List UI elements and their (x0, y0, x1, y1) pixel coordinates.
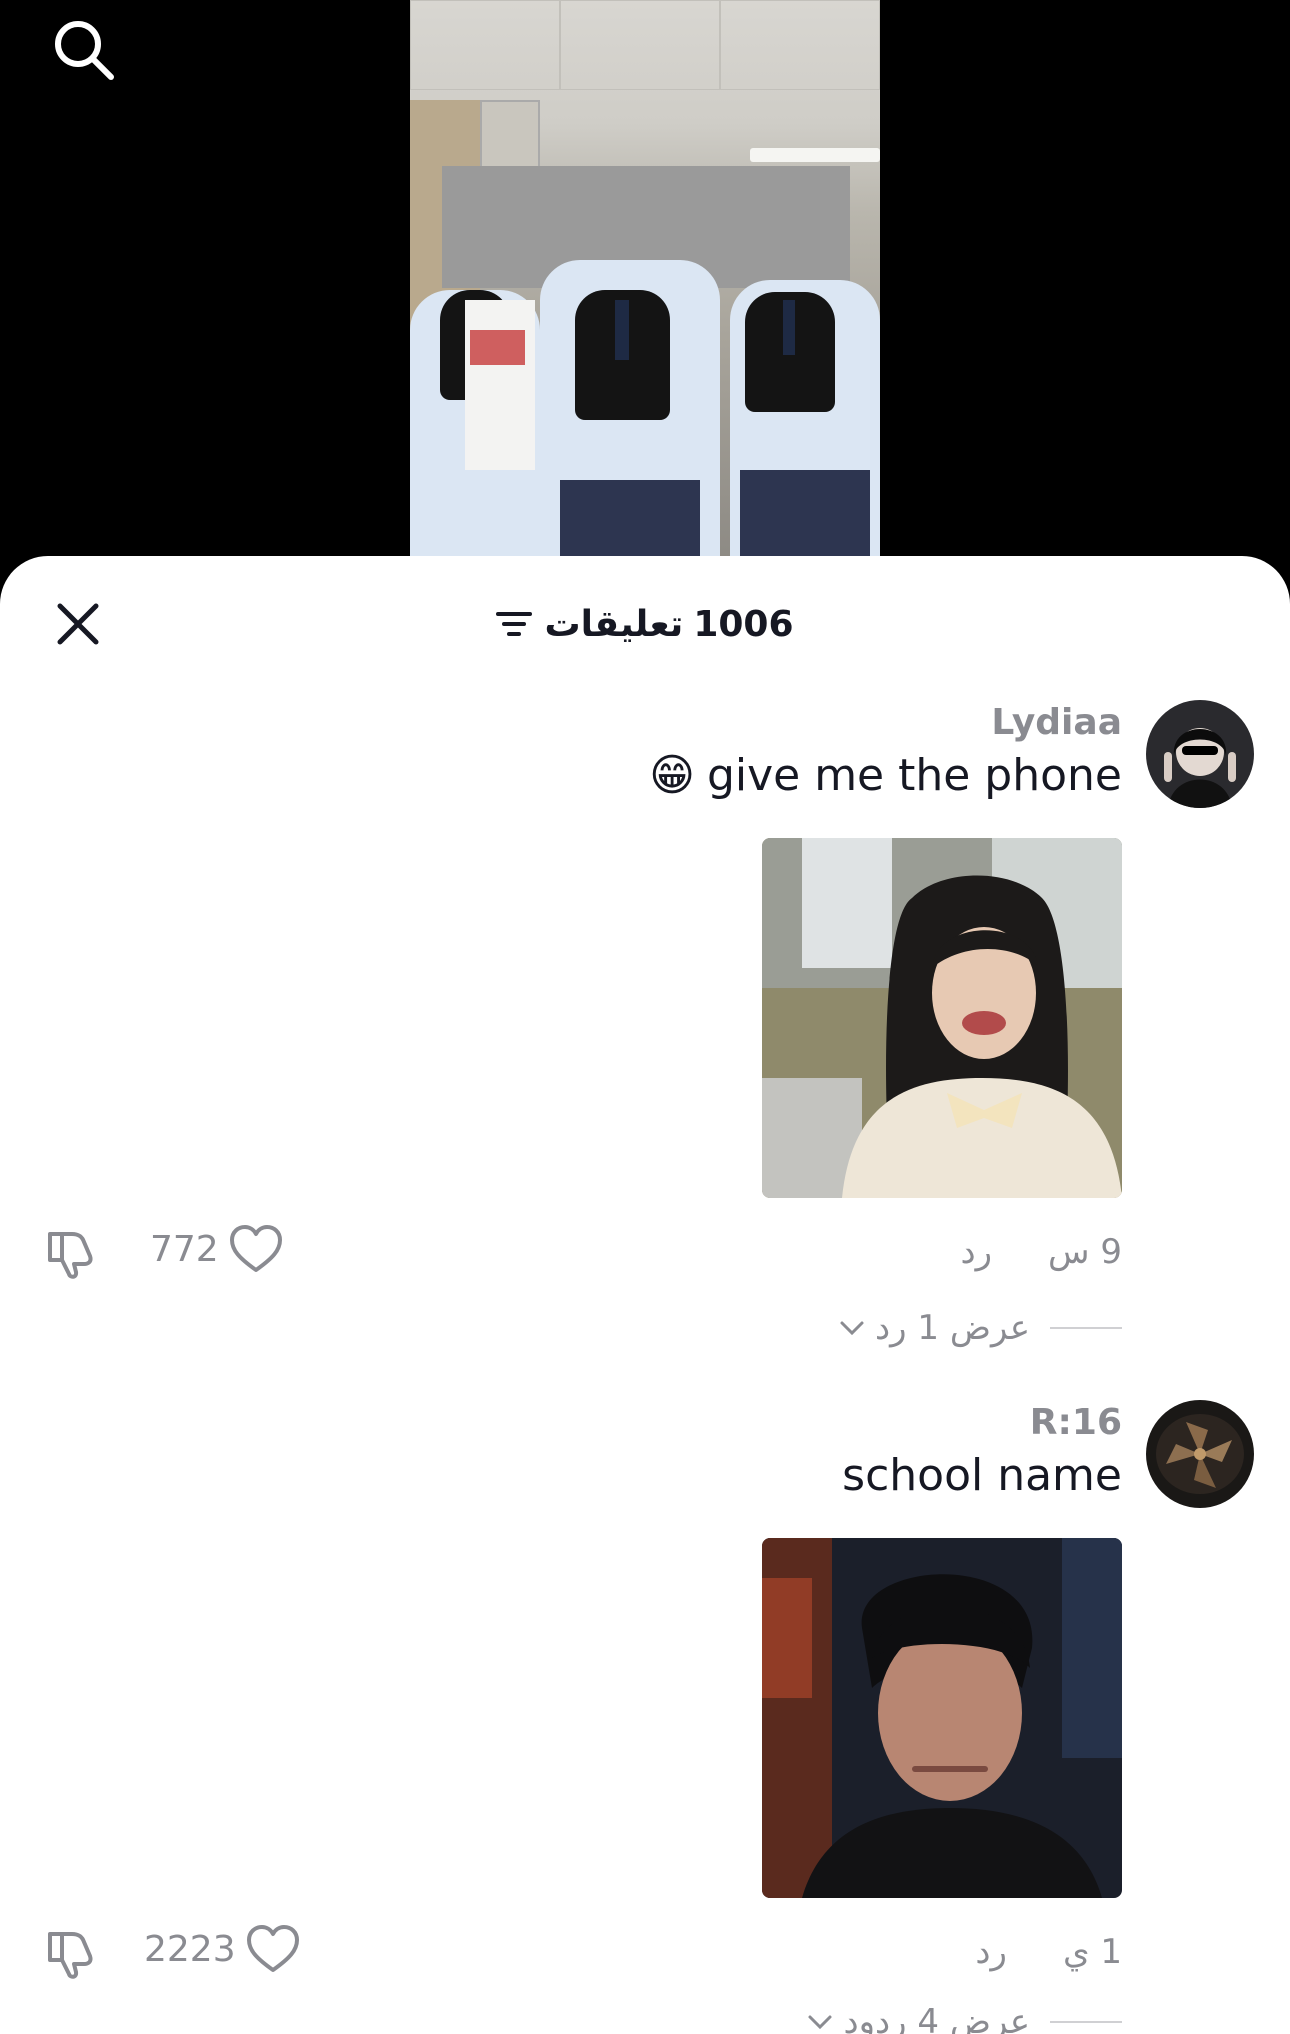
heart-icon[interactable] (229, 1224, 283, 1274)
comment-meta: 1 ي رد (975, 1932, 1122, 1972)
comment-time: 1 ي (1062, 1932, 1122, 1972)
comment-body: school name (842, 1450, 1122, 1501)
comment-body: give me the phone (706, 750, 1122, 801)
avatar[interactable] (1146, 1400, 1254, 1508)
chevron-down-icon (840, 1321, 864, 1336)
grinning-emoji: 😁 (649, 750, 695, 801)
comments-count: 1006 (693, 603, 794, 645)
view-replies-button[interactable]: عرض 4 ردود (807, 2002, 1122, 2034)
search-icon (55, 21, 114, 80)
comment-text: school name (842, 1450, 1122, 1501)
avatar[interactable] (1146, 700, 1254, 808)
reply-button[interactable]: رد (975, 1932, 1007, 1972)
search-button[interactable] (44, 10, 124, 90)
reply-button[interactable]: رد (960, 1232, 992, 1272)
view-replies-button[interactable]: عرض 1 رد (839, 1308, 1122, 1348)
like-control[interactable]: 772 (150, 1224, 283, 1274)
divider (1050, 2021, 1122, 2023)
like-count: 2223 (144, 1928, 236, 1970)
view-replies-group: عرض 4 ردود (807, 2002, 1030, 2034)
like-count: 772 (150, 1228, 219, 1270)
view-replies-label: عرض 4 ردود (843, 2002, 1030, 2034)
comment-text: 😁 give me the phone (649, 750, 1122, 801)
comment-image[interactable] (762, 838, 1122, 1198)
comment-username[interactable]: Lydiaa (991, 702, 1122, 743)
filter-icon[interactable] (496, 609, 534, 639)
dislike-button[interactable] (42, 1224, 102, 1284)
comment-username[interactable]: R:16 (1030, 1402, 1122, 1443)
comments-title-label: تعليقات (544, 603, 684, 645)
comments-sheet: تعليقات 1006 Lydiaa 😁 give me the phone (0, 556, 1290, 2034)
comment-image[interactable] (762, 1538, 1122, 1898)
divider (1050, 1327, 1122, 1329)
like-control[interactable]: 2223 (144, 1924, 300, 1974)
chevron-down-icon (808, 2015, 832, 2030)
ceiling-light (750, 148, 880, 162)
comment-time: 9 س (1048, 1232, 1122, 1272)
comment-meta: 9 س رد (960, 1232, 1122, 1272)
dislike-icon (48, 1932, 93, 1979)
view-replies-label: عرض 1 رد (875, 1308, 1030, 1348)
video-frame[interactable] (410, 0, 880, 560)
video-area[interactable] (0, 0, 1290, 600)
heart-icon[interactable] (246, 1924, 300, 1974)
dislike-button[interactable] (42, 1924, 102, 1984)
view-replies-group: عرض 1 رد (839, 1308, 1030, 1348)
dislike-icon (48, 1232, 93, 1279)
comments-title[interactable]: تعليقات 1006 (0, 596, 1290, 652)
